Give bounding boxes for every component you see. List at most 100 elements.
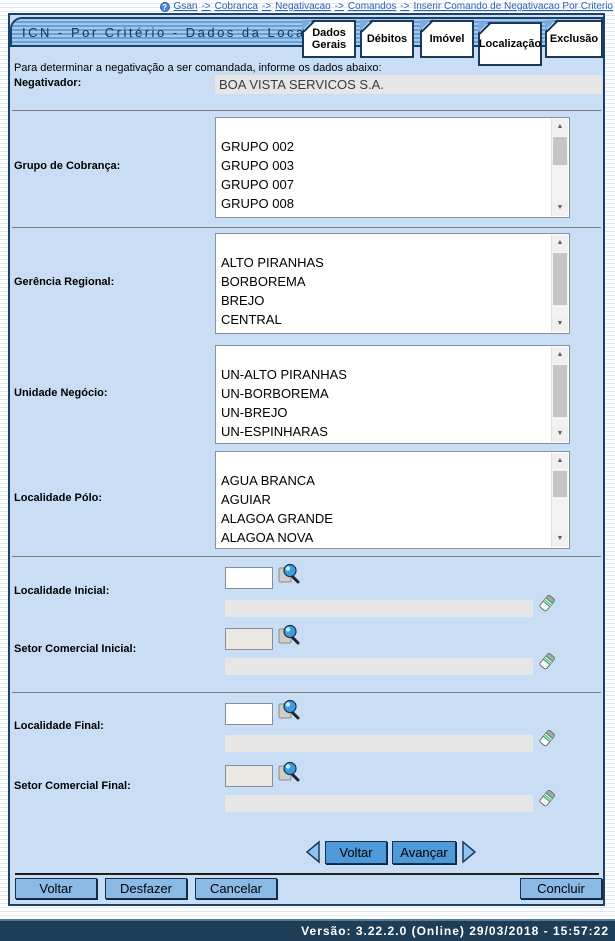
grupo-cobranca-label: Grupo de Cobrança: [14,160,120,172]
list-option[interactable]: UN-ESPINHARAS [216,422,551,441]
list-option[interactable]: UN-BORBOREMA [216,384,551,403]
gerencia-regional-label: Gerência Regional: [14,276,114,288]
scroll-down-icon[interactable]: ▼ [552,316,568,332]
scrollbar-thumb[interactable] [553,365,567,417]
localidade-polo-label: Localidade Pólo: [14,492,102,504]
gerencia-regional-listbox[interactable]: ALTO PIRANHAS BORBOREMA BREJO CENTRAL ES… [215,233,570,334]
localidade-polo-listbox[interactable]: AGUA BRANCA AGUIAR ALAGOA GRANDE ALAGOA … [215,451,570,549]
tab-localizacao[interactable]: Localização [478,22,542,66]
search-setor-comercial-inicial-icon[interactable] [278,624,300,646]
tab-debitos[interactable]: Débitos [360,20,414,58]
list-option[interactable]: GRUPO 007 [216,175,551,194]
section-divider [12,110,601,111]
desfazer-button[interactable]: Desfazer [105,878,187,899]
search-localidade-final-icon[interactable] [278,699,300,721]
voltar-button[interactable]: Voltar [15,878,97,899]
setor-comercial-final-code-input [225,765,273,787]
breadcrumb: ? Gsan -> Cobranca -> Negativacao -> Com… [0,0,613,13]
negativador-value-field: BOA VISTA SERVICOS S.A. [215,75,602,94]
localidade-final-code-input[interactable] [225,703,273,725]
form-instruction: Para determinar a negativação a ser coma… [14,62,382,74]
list-option[interactable]: GRUPO 008 [216,194,551,213]
footer-divider [15,873,599,875]
list-option[interactable]: GRUPO 003 [216,156,551,175]
localidade-inicial-label: Localidade Inicial: [14,585,109,597]
scrollbar[interactable]: ▲ ▼ [551,453,568,547]
cancelar-button[interactable]: Cancelar [195,878,277,899]
wizard-avancar-button[interactable]: Avançar [392,841,456,864]
wizard-forward-arrow-icon[interactable] [461,840,477,864]
list-option[interactable]: AGUA BRANCA [216,471,551,490]
list-option[interactable]: ESPINHARAS [216,329,551,334]
section-divider [12,556,601,557]
tab-dados-gerais[interactable]: Dados Gerais [302,20,356,58]
setor-comercial-final-name-field [225,795,533,812]
grupo-cobranca-listbox[interactable]: GRUPO 002 GRUPO 003 GRUPO 007 GRUPO 008 … [215,117,570,218]
gsan-page: { "breadcrumb": { "separator": "->", "it… [0,0,615,941]
list-option[interactable]: BORBOREMA [216,272,551,291]
erase-setor-comercial-inicial-icon[interactable] [537,651,557,671]
page-title-text: ICN - Por Critério - Dados da Localid [22,25,326,40]
scroll-up-icon[interactable]: ▲ [552,235,568,251]
scroll-up-icon[interactable]: ▲ [552,347,568,363]
list-option[interactable]: BREJO [216,291,551,310]
breadcrumb-link-cobranca[interactable]: Cobranca [215,1,258,12]
search-setor-comercial-final-icon[interactable] [278,761,300,783]
tab-imovel[interactable]: Imóvel [420,20,474,58]
breadcrumb-link-negativacao[interactable]: Negativacao [275,1,331,12]
list-option[interactable]: CENTRAL [216,310,551,329]
erase-localidade-final-icon[interactable] [537,728,557,748]
scrollbar[interactable]: ▲ ▼ [551,119,568,216]
list-option[interactable]: UN-BREJO [216,403,551,422]
localidade-inicial-code-input[interactable] [225,567,273,589]
unidade-negocio-listbox[interactable]: UN-ALTO PIRANHAS UN-BORBOREMA UN-BREJO U… [215,345,570,444]
list-option[interactable]: GRUPO 002 [216,137,551,156]
list-option-blank[interactable] [216,234,551,253]
erase-setor-comercial-final-icon[interactable] [537,788,557,808]
list-option[interactable]: GRUPO 010 [216,213,551,218]
list-option[interactable]: ALAGOINHA [216,547,551,549]
scroll-down-icon[interactable]: ▼ [552,200,568,216]
scroll-up-icon[interactable]: ▲ [552,119,568,135]
localidade-inicial-name-field [225,600,533,617]
version-text: Versão: 3.22.2.0 (Online) 29/03/2018 - 1… [301,924,609,938]
list-option[interactable]: AGUIAR [216,490,551,509]
wizard-back-arrow-icon[interactable] [305,840,321,864]
list-option[interactable]: UN-LITORAL [216,441,551,444]
scrollbar-thumb[interactable] [553,471,567,497]
list-option[interactable]: UN-ALTO PIRANHAS [216,365,551,384]
scrollbar-thumb[interactable] [553,137,567,165]
tab-label: Exclusão [550,33,598,45]
help-icon[interactable]: ? [160,2,170,12]
list-option[interactable]: ALTO PIRANHAS [216,253,551,272]
breadcrumb-separator: -> [262,1,271,12]
scroll-down-icon[interactable]: ▼ [552,426,568,442]
list-option-blank[interactable] [216,346,551,365]
scroll-down-icon[interactable]: ▼ [552,531,568,547]
scrollbar[interactable]: ▲ ▼ [551,347,568,442]
scroll-up-icon[interactable]: ▲ [552,453,568,469]
erase-localidade-inicial-icon[interactable] [537,593,557,613]
list-option-blank[interactable] [216,118,551,137]
tab-label: Débitos [367,33,407,45]
tab-label: Dados Gerais [304,27,354,51]
list-option[interactable]: ALAGOA NOVA [216,528,551,547]
unidade-negocio-label: Unidade Negócio: [14,387,108,399]
scrollbar[interactable]: ▲ ▼ [551,235,568,332]
breadcrumb-separator: -> [400,1,409,12]
concluir-button[interactable]: Concluir [520,878,602,899]
list-option[interactable]: ALAGOA GRANDE [216,509,551,528]
list-option-blank[interactable] [216,452,551,471]
search-localidade-inicial-icon[interactable] [278,563,300,585]
breadcrumb-link-inserir-comando[interactable]: Inserir Comando de Negativacao Por Crite… [413,1,613,12]
section-divider [12,227,601,228]
wizard-voltar-button[interactable]: Voltar [325,841,387,864]
breadcrumb-link-comandos[interactable]: Comandos [348,1,396,12]
setor-comercial-final-label: Setor Comercial Final: [14,780,131,792]
main-panel: ICN - Por Critério - Dados da Localid Da… [8,13,605,906]
localidade-final-label: Localidade Final: [14,720,104,732]
scrollbar-thumb[interactable] [553,253,567,305]
breadcrumb-link-gsan[interactable]: Gsan [174,1,198,12]
section-divider [12,692,601,693]
tab-exclusao[interactable]: Exclusão [545,20,603,58]
